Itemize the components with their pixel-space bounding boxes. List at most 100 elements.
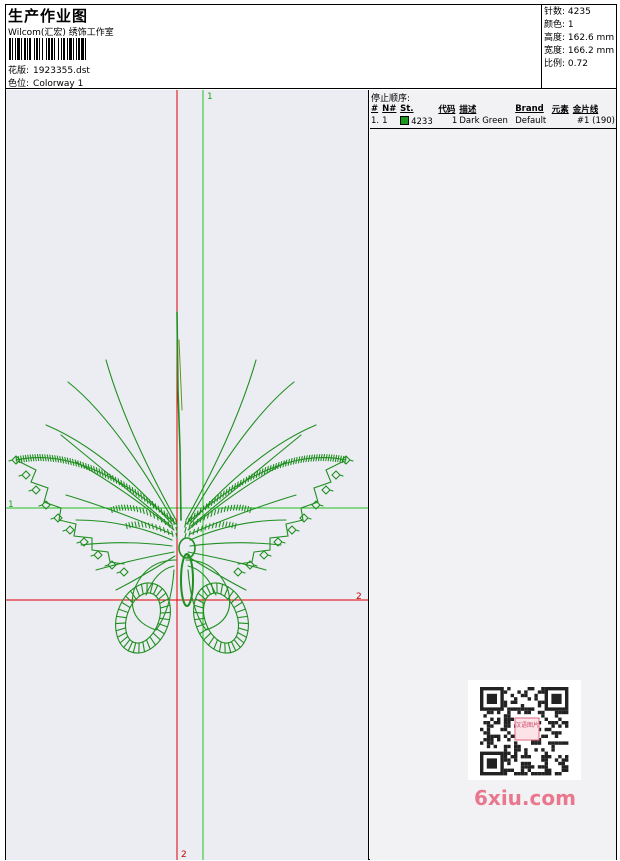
qr-module <box>527 687 531 691</box>
mid-frond <box>189 542 282 547</box>
qr-module <box>507 744 511 749</box>
qr-module <box>503 724 508 728</box>
qr-module <box>490 734 494 738</box>
row-description: Dark Green <box>459 116 508 126</box>
qr-module <box>524 693 528 698</box>
qr-module <box>551 721 555 725</box>
qr-module <box>541 700 545 704</box>
qr-module <box>524 755 528 759</box>
qr-module <box>510 717 514 721</box>
row-stitches: 1 <box>451 116 458 126</box>
qr-module <box>537 690 542 694</box>
qr-module <box>544 755 548 759</box>
barcode <box>9 38 147 60</box>
design-file-value: 1923355.dst <box>33 66 90 76</box>
qr-module <box>514 707 518 711</box>
qr-module <box>565 755 569 759</box>
qr-module <box>561 741 565 745</box>
lower-wing-right <box>193 582 249 654</box>
qr-module <box>541 758 545 762</box>
qr-module <box>561 721 565 725</box>
qr-module <box>503 704 508 708</box>
qr-module <box>551 731 555 735</box>
qr-module <box>558 741 562 745</box>
top-wing-edge <box>184 454 347 528</box>
qr-module <box>520 693 525 698</box>
qr-module <box>507 710 511 715</box>
qr-finder <box>486 758 497 769</box>
qr-module <box>548 755 552 759</box>
qr-module <box>503 744 508 749</box>
qr-module <box>558 772 562 776</box>
qr-module <box>517 710 521 715</box>
worksheet-header: 生产作业图 Wilcom(汇宏) 绣饰工作室 花版: 1923355.dst 色位… <box>6 5 616 89</box>
col-stitches: St. <box>400 104 414 114</box>
qr-module <box>507 758 511 762</box>
qr-code: 汉语图片 <box>468 680 581 780</box>
qr-module <box>554 721 559 725</box>
qr-module <box>561 761 565 766</box>
red-h-marker: 2 <box>356 592 362 602</box>
qr-module <box>486 744 491 749</box>
col-element: 元素 <box>551 105 569 115</box>
butterfly-embroidery <box>8 311 354 654</box>
qr-module <box>493 721 497 725</box>
qr-module <box>497 721 501 725</box>
qr-module <box>507 761 511 766</box>
qr-module <box>531 687 535 691</box>
qr-module <box>520 768 525 772</box>
qr-module <box>534 693 538 698</box>
qr-module <box>507 731 511 735</box>
qr-module <box>534 772 538 776</box>
qr-module <box>514 700 518 704</box>
qr-module <box>524 748 528 752</box>
qr-module <box>490 724 494 728</box>
qr-module <box>548 741 552 745</box>
qr-module <box>503 772 508 776</box>
green-v-marker: 1 <box>207 92 213 102</box>
qr-module <box>520 772 525 776</box>
qr-module <box>483 731 487 735</box>
qr-module <box>527 707 531 711</box>
qr-module <box>507 721 511 725</box>
table-row[interactable]: 1. 1 4233 1 Dark Green Default #1 (190) <box>370 115 616 127</box>
qr-module <box>510 707 514 711</box>
qr-module <box>544 758 548 762</box>
mid-frond <box>75 519 173 541</box>
qr-module <box>534 741 538 745</box>
qr-module <box>541 710 545 715</box>
qr-module <box>503 690 508 694</box>
qr-module <box>514 755 518 759</box>
qr-module <box>500 727 504 732</box>
qr-module <box>510 700 514 704</box>
mid-frond <box>189 519 287 541</box>
qr-module <box>510 693 514 698</box>
studio-name: Wilcom(汇宏) 绣饰工作室 <box>8 28 114 38</box>
stat-stitches: 针数: 4235 <box>544 7 591 17</box>
qr-module <box>537 710 542 715</box>
qr-module <box>514 697 518 701</box>
qr-module <box>483 714 487 718</box>
qr-finder <box>486 693 497 704</box>
qr-module <box>507 687 511 691</box>
qr-module <box>493 744 497 749</box>
colorway-value: Colorway 1 <box>33 79 84 89</box>
page-title: 生产作业图 <box>8 7 89 25</box>
qr-module <box>541 755 545 759</box>
design-preview[interactable]: 1 1 2 2 <box>6 90 369 860</box>
qr-module <box>520 761 525 766</box>
stat-width: 宽度: 166.2 mm <box>544 46 615 56</box>
qr-module <box>527 761 531 766</box>
qr-module <box>558 755 562 759</box>
qr-module <box>541 765 545 769</box>
row-code-cell: 4233 <box>399 115 437 127</box>
qr-module <box>514 741 518 745</box>
colorway-label: 色位: <box>8 79 30 89</box>
stats-panel: 针数: 4235 颜色: 1 高度: 162.6 mm 宽度: 166.2 mm… <box>541 5 616 89</box>
qr-module <box>558 731 562 735</box>
qr-module <box>527 765 531 769</box>
qr-module <box>510 734 514 738</box>
qr-module <box>554 758 559 762</box>
qr-module <box>551 724 555 728</box>
qr-module <box>490 717 494 721</box>
